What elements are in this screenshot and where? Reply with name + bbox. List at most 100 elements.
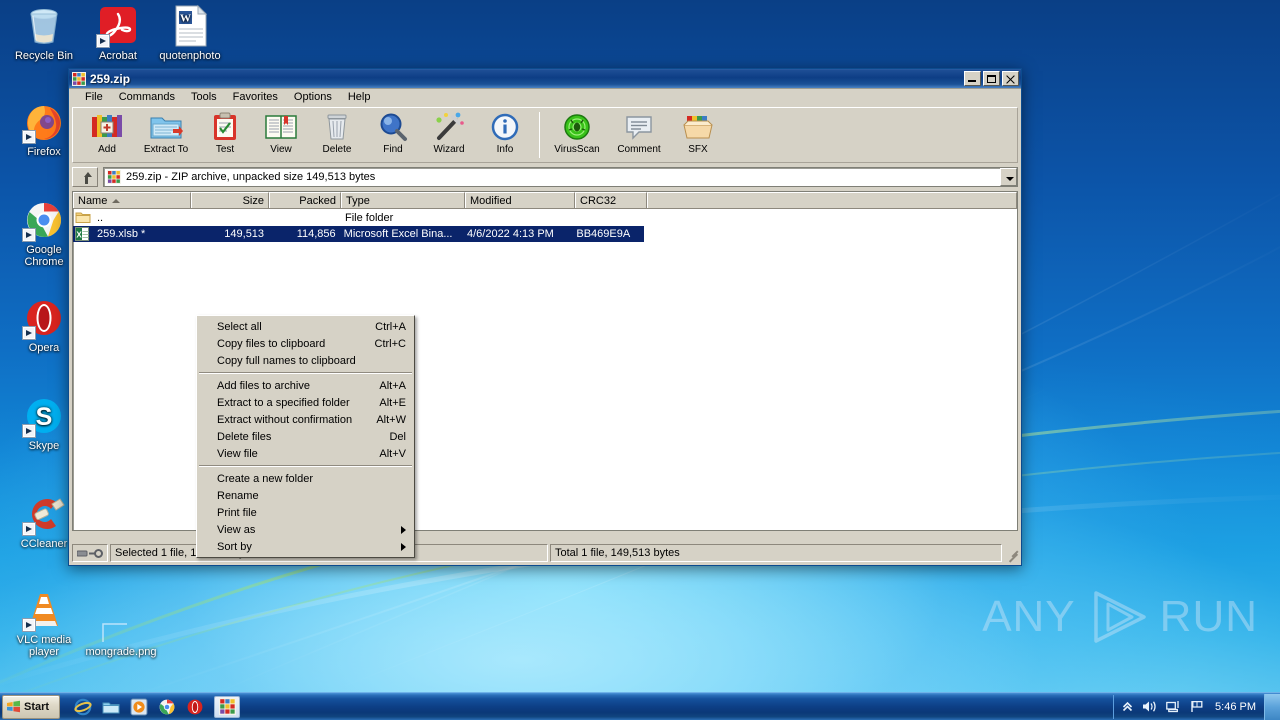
column-header-crc32[interactable]: CRC32	[575, 192, 647, 208]
column-header-type[interactable]: Type	[341, 192, 465, 208]
shortcut-overlay-icon	[22, 522, 36, 536]
context-menu[interactable]: Select all Ctrl+A Copy files to clipboar…	[196, 315, 415, 558]
context-menu-item-view-as[interactable]: View as	[197, 521, 414, 538]
toolbar-virusscan-button[interactable]: VirusScan	[546, 109, 608, 161]
context-menu-item-extract-to-specified-folder[interactable]: Extract to a specified folder Alt+E	[197, 394, 414, 411]
opera-icon[interactable]	[186, 698, 204, 716]
context-menu-item-print-file[interactable]: Print file	[197, 504, 414, 521]
toolbar-add-button[interactable]: Add	[79, 109, 135, 161]
context-menu-item-rename[interactable]: Rename	[197, 487, 414, 504]
menubar[interactable]: File Commands Tools Favorites Options He…	[69, 89, 1021, 105]
toolbar-delete-button[interactable]: Delete	[309, 109, 365, 161]
window-controls[interactable]	[964, 71, 1019, 86]
chrome-icon[interactable]	[158, 698, 176, 716]
address-bar[interactable]: 259.zip - ZIP archive, unpacked size 149…	[72, 166, 1018, 188]
start-button[interactable]: Start	[2, 695, 60, 719]
toolbar-find-button[interactable]: Find	[365, 109, 421, 161]
desktop-icon-quotenphoto[interactable]: W quotenphoto	[152, 4, 228, 62]
toolbar-sfx-button[interactable]: SFX	[670, 109, 726, 161]
winrar-window[interactable]: 259.zip File Commands Tools Favorites Op…	[68, 68, 1022, 566]
svg-text:X: X	[76, 231, 82, 240]
context-menu-item-delete-files[interactable]: Delete files Del	[197, 428, 414, 445]
context-menu-item-sort-by[interactable]: Sort by	[197, 538, 414, 555]
cell-type: Microsoft Excel Bina...	[340, 228, 463, 240]
windows-explorer-icon[interactable]	[102, 698, 120, 716]
column-header-size[interactable]: Size	[191, 192, 269, 208]
speaker-icon[interactable]	[1142, 700, 1157, 713]
toolbar-wizard-button[interactable]: Wizard	[421, 109, 477, 161]
shortcut-overlay-icon	[22, 424, 36, 438]
menu-favorites[interactable]: Favorites	[225, 91, 286, 103]
internet-explorer-icon[interactable]	[74, 698, 92, 716]
toolbar[interactable]: Add Extract To	[72, 107, 1018, 163]
maximize-button[interactable]	[983, 71, 1000, 86]
archive-path-text: 259.zip - ZIP archive, unpacked size 149…	[126, 171, 375, 183]
context-menu-item-select-all[interactable]: Select all Ctrl+A	[197, 318, 414, 335]
menu-file[interactable]: File	[77, 91, 111, 103]
status-total-text: Total 1 file, 149,513 bytes	[555, 547, 680, 559]
toolbar-label: Info	[497, 144, 514, 155]
toolbar-separator	[539, 112, 540, 158]
clock[interactable]: 5:46 PM	[1215, 701, 1256, 713]
delete-trash-icon	[320, 111, 354, 143]
file-list-header[interactable]: Name Size Packed Type Modified CRC32	[73, 192, 1017, 209]
context-menu-item-copy-full-names-to-clipboard[interactable]: Copy full names to clipboard	[197, 352, 414, 369]
archive-path-combo[interactable]: 259.zip - ZIP archive, unpacked size 149…	[103, 167, 1018, 187]
up-one-level-button[interactable]	[72, 167, 98, 187]
chevron-down-icon[interactable]	[1000, 168, 1017, 186]
desktop-icon-mongrade-png[interactable]: mongrade.png	[76, 600, 166, 658]
menu-item-accelerator: Alt+A	[379, 380, 406, 392]
menu-commands[interactable]: Commands	[111, 91, 183, 103]
desktop-icon-label: quotenphoto	[152, 50, 228, 62]
column-header-modified[interactable]: Modified	[465, 192, 575, 208]
taskbar-task-winrar[interactable]	[214, 696, 240, 718]
menu-item-accelerator: Alt+V	[379, 448, 406, 460]
flag-icon[interactable]	[1190, 700, 1204, 713]
menu-item-label: Select all	[217, 321, 262, 333]
menu-item-label: Delete files	[217, 431, 271, 443]
show-desktop-button[interactable]	[1264, 694, 1280, 720]
toolbar-test-button[interactable]: Test	[197, 109, 253, 161]
table-row[interactable]: X 259.xlsb * 149,513 114,856 Microsoft E…	[73, 226, 644, 242]
quick-launch-bar[interactable]	[74, 698, 204, 716]
desktop-icon-acrobat[interactable]: Acrobat	[80, 4, 156, 62]
cell-name: ..	[93, 212, 191, 224]
context-menu-separator	[199, 465, 412, 467]
context-menu-item-extract-without-confirmation[interactable]: Extract without confirmation Alt+W	[197, 411, 414, 428]
shortcut-overlay-icon	[96, 34, 110, 48]
toolbar-info-button[interactable]: Info	[477, 109, 533, 161]
excel-file-icon: X	[75, 227, 91, 241]
toolbar-extract-to-button[interactable]: Extract To	[135, 109, 197, 161]
resize-grip[interactable]	[1004, 546, 1018, 560]
toolbar-view-button[interactable]: View	[253, 109, 309, 161]
context-menu-item-create-a-new-folder[interactable]: Create a new folder	[197, 470, 414, 487]
toolbar-comment-button[interactable]: Comment	[608, 109, 670, 161]
table-row[interactable]: .. File folder	[73, 210, 1017, 226]
menu-help[interactable]: Help	[340, 91, 379, 103]
menu-item-label: View file	[217, 448, 258, 460]
status-lock-indicator[interactable]	[72, 544, 108, 562]
minimize-button[interactable]	[964, 71, 981, 86]
column-header-name[interactable]: Name	[73, 192, 191, 208]
desktop-icon-vlc[interactable]: VLC media player	[6, 588, 82, 658]
column-label: Name	[78, 195, 107, 207]
winrar-icon	[72, 72, 86, 86]
menu-tools[interactable]: Tools	[183, 91, 225, 103]
cell-packed: 114,856	[268, 228, 340, 240]
window-titlebar[interactable]: 259.zip	[69, 69, 1021, 89]
menu-options[interactable]: Options	[286, 91, 340, 103]
menu-item-label: Create a new folder	[217, 473, 313, 485]
chevron-up-icon[interactable]	[1122, 701, 1133, 712]
context-menu-item-copy-files-to-clipboard[interactable]: Copy files to clipboard Ctrl+C	[197, 335, 414, 352]
close-button[interactable]	[1002, 71, 1019, 86]
column-header-packed[interactable]: Packed	[269, 192, 341, 208]
taskbar[interactable]: Start	[0, 692, 1280, 720]
shortcut-overlay-icon	[22, 326, 36, 340]
context-menu-item-view-file[interactable]: View file Alt+V	[197, 445, 414, 462]
desktop-icon-recycle-bin[interactable]: Recycle Bin	[6, 4, 82, 62]
chrome-icon	[22, 198, 66, 242]
media-player-icon[interactable]	[130, 698, 148, 716]
system-tray[interactable]: 5:46 PM	[1113, 695, 1264, 719]
context-menu-item-add-files-to-archive[interactable]: Add files to archive Alt+A	[197, 377, 414, 394]
network-icon[interactable]	[1166, 700, 1181, 713]
